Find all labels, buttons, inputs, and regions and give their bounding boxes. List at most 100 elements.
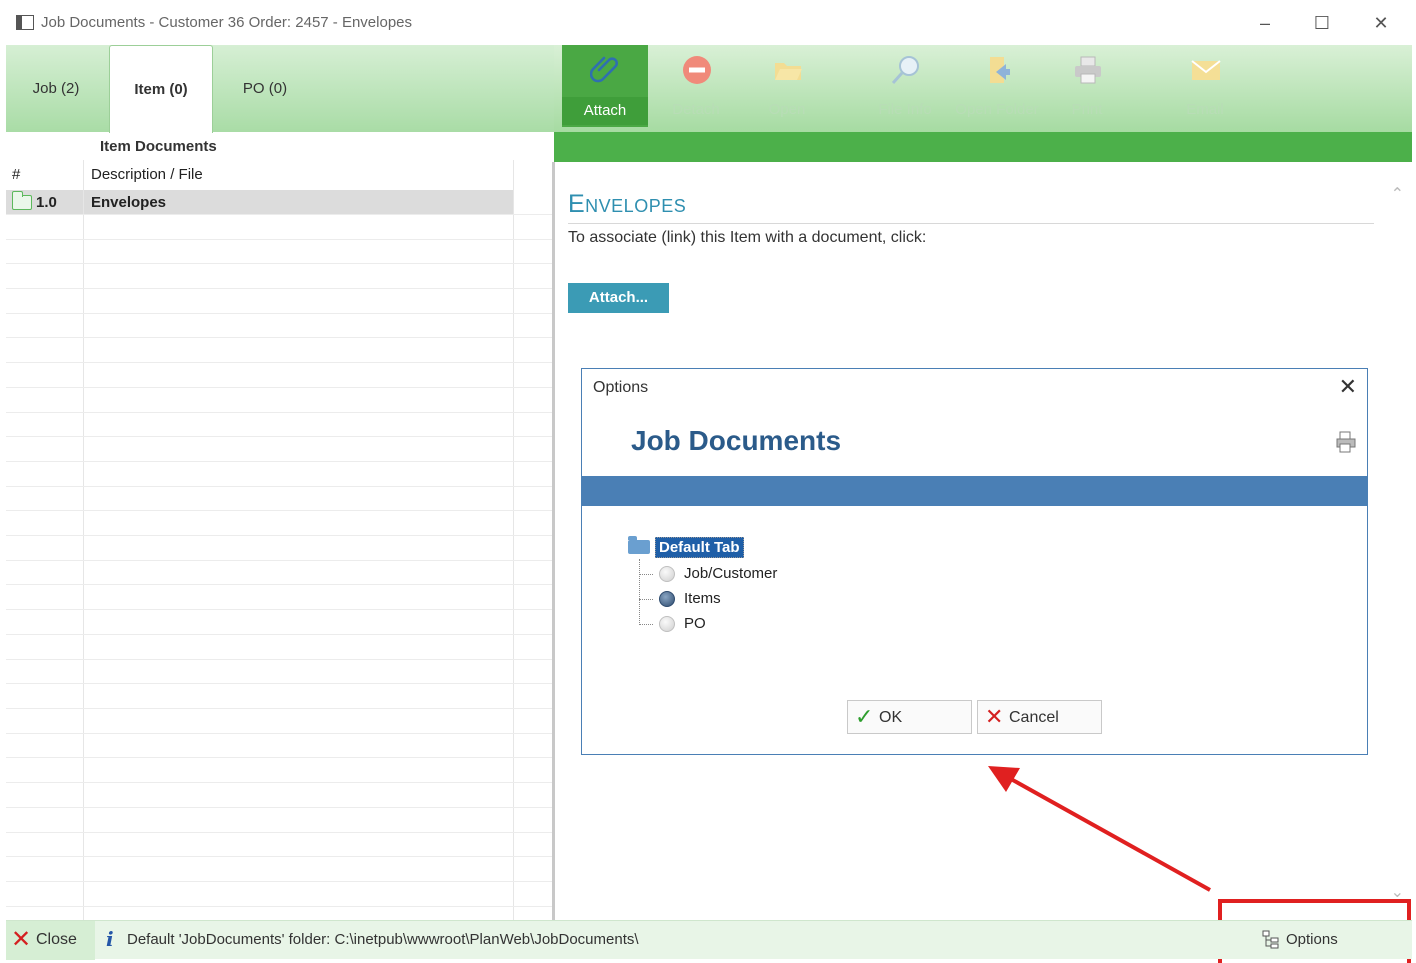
window-titlebar: Job Documents - Customer 36 Order: 2457 … <box>0 0 1416 46</box>
ok-label: OK <box>879 709 903 726</box>
grid-row-line <box>6 757 554 758</box>
folder-open-icon <box>628 536 650 554</box>
grid-row-line <box>6 906 554 907</box>
tab-po[interactable]: PO (0) <box>221 45 309 132</box>
scroll-up-icon[interactable]: ⌃ <box>1391 184 1404 204</box>
open-folder-label: Open Folder <box>955 101 1039 118</box>
grid-row-line <box>6 708 554 709</box>
grid-row-line <box>6 683 554 684</box>
grid-row-line <box>6 807 554 808</box>
print-button[interactable]: Print <box>1044 45 1130 127</box>
tab-job[interactable]: Job (2) <box>16 45 96 132</box>
file-info-label: File Info <box>878 101 932 118</box>
attach-button[interactable]: Attach <box>562 45 648 127</box>
option-label: PO <box>684 615 706 632</box>
grid-row-line <box>6 239 554 240</box>
option-label: Items <box>684 590 721 607</box>
cancel-button[interactable]: ✕ Cancel <box>977 700 1102 734</box>
open-folder-button[interactable]: Open Folder <box>954 45 1040 127</box>
grid-row-line <box>6 337 554 338</box>
item-heading: Envelopes <box>568 190 687 218</box>
annotation-arrow <box>988 766 1211 892</box>
open-button[interactable]: Open <box>744 45 830 127</box>
grid-divider <box>83 160 84 920</box>
radio-button-selected[interactable] <box>659 591 675 607</box>
app-window-icon <box>16 15 34 30</box>
dialog-header-band <box>582 476 1367 506</box>
grid-row-line <box>6 659 554 660</box>
panel-attach-button[interactable]: Attach... <box>568 283 669 313</box>
maximize-icon[interactable]: ☐ <box>1304 8 1340 38</box>
documents-grid: # Description / File 1.0 Envelopes <box>6 160 554 920</box>
grid-row-line <box>6 288 554 289</box>
column-header-number[interactable]: # <box>12 166 20 183</box>
close-label: Close <box>36 931 77 948</box>
envelope-icon <box>1191 60 1221 80</box>
info-icon: i <box>106 927 114 951</box>
grid-row-line <box>6 535 554 536</box>
grid-row-line <box>6 584 554 585</box>
email-label: Email <box>1186 101 1224 118</box>
options-dialog: Options ✕ Job Documents Default Tab Job/… <box>581 368 1368 755</box>
grid-row-line <box>6 832 554 833</box>
tree-root-default-tab[interactable]: Default Tab <box>655 537 744 558</box>
grid-divider <box>513 160 514 920</box>
cancel-label: Cancel <box>1009 709 1059 726</box>
close-icon[interactable]: ✕ <box>1363 8 1399 38</box>
grid-row-line <box>6 609 554 610</box>
grid-row-line <box>6 436 554 437</box>
grid-row-line <box>6 634 554 635</box>
close-button[interactable]: ✕ Close <box>6 921 95 960</box>
status-bar: ✕ Close i Default 'JobDocuments' folder:… <box>6 920 1412 960</box>
toolbar: Attach Detach Open File Info Open Folder… <box>554 45 1412 132</box>
ok-button[interactable]: ✓ OK <box>847 700 972 734</box>
detach-button[interactable]: Detach <box>653 45 739 127</box>
attach-instruction: To associate (link) this Item with a doc… <box>568 229 927 246</box>
paperclip-icon <box>590 56 619 83</box>
option-label: Job/Customer <box>684 565 778 582</box>
print-icon[interactable] <box>1335 431 1357 453</box>
grid-row-line <box>6 214 554 215</box>
tree-connector <box>639 559 640 625</box>
options-button[interactable]: Options <box>1286 931 1338 948</box>
email-button[interactable]: Email <box>1162 45 1248 127</box>
dialog-title: Options <box>593 379 649 396</box>
minimize-icon[interactable]: – <box>1247 8 1283 38</box>
grid-row-line <box>6 461 554 462</box>
cross-icon: ✕ <box>985 704 1004 729</box>
magnifier-icon <box>891 56 919 85</box>
detach-label: Detach <box>672 101 720 118</box>
printer-icon <box>1075 56 1101 84</box>
grid-row-line <box>6 387 554 388</box>
radio-button[interactable] <box>659 566 675 582</box>
dialog-close-icon[interactable]: ✕ <box>1339 374 1357 400</box>
grid-row-line <box>6 782 554 783</box>
heading-divider <box>568 223 1374 224</box>
folder-arrow-icon <box>990 57 1010 83</box>
grid-row-line <box>6 486 554 487</box>
grid-row-line <box>6 856 554 857</box>
attach-label: Attach <box>562 97 648 125</box>
folder-icon <box>12 191 32 210</box>
print-label: Print <box>1071 101 1103 118</box>
grid-title: Item Documents <box>100 138 217 155</box>
tree-options-icon <box>1262 930 1279 949</box>
toolbar-accent-bar <box>554 132 1412 162</box>
column-header-description[interactable]: Description / File <box>91 166 203 183</box>
window-title: Job Documents - Customer 36 Order: 2457 … <box>41 14 413 31</box>
default-folder-info: Default 'JobDocuments' folder: C:\inetpu… <box>127 931 639 948</box>
grid-row-line <box>6 733 554 734</box>
grid-row-line <box>6 313 554 314</box>
radio-button[interactable] <box>659 616 675 632</box>
open-label: Open <box>768 101 806 118</box>
grid-row-line <box>6 412 554 413</box>
row-number: 1.0 <box>36 194 57 211</box>
folder-open-icon <box>775 63 802 80</box>
grid-row-line <box>6 263 554 264</box>
tab-item[interactable]: Item (0) <box>109 45 213 133</box>
grid-row-line <box>6 510 554 511</box>
grid-row-line <box>6 362 554 363</box>
file-info-button[interactable]: File Info <box>862 45 948 127</box>
dialog-heading: Job Documents <box>631 425 842 456</box>
minus-circle-icon <box>683 56 711 84</box>
